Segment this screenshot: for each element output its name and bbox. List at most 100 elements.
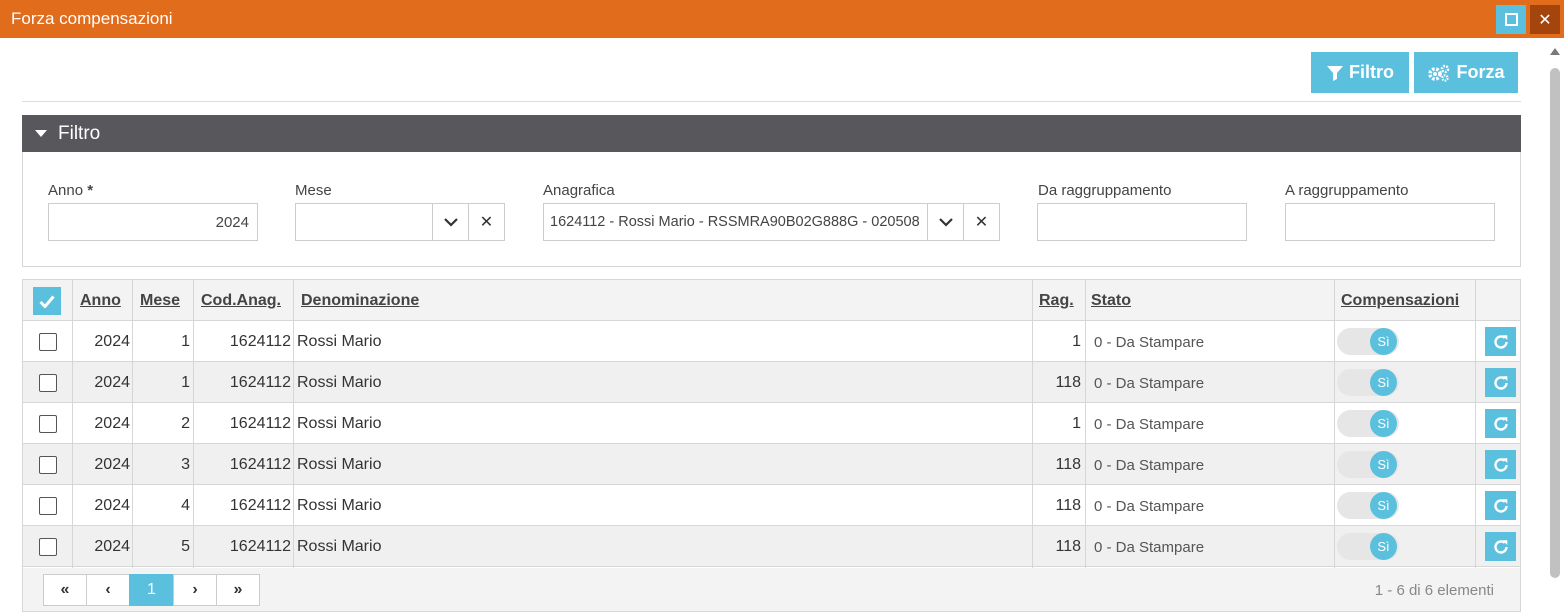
table-row[interactable]: 2024 5 1624112 Rossi Mario 118 0 - Da Stampar…	[23, 526, 1520, 567]
toggle-knob: Sì	[1370, 328, 1397, 355]
scroll-up-icon[interactable]	[1550, 48, 1560, 55]
cell-cod-anag: 1624112	[229, 456, 291, 473]
cell-stato: 0 - Da Stampare	[1094, 375, 1205, 392]
prev-page-button[interactable]: ‹	[86, 574, 130, 606]
column-divider	[293, 280, 294, 568]
clear-icon: ✕	[974, 214, 989, 231]
column-header-anno[interactable]: Anno	[80, 292, 121, 310]
page-button-current[interactable]: 1	[129, 574, 174, 606]
caret-down-icon	[35, 130, 47, 137]
mese-dropdown-toggle[interactable]	[432, 204, 469, 240]
scroll-thumb[interactable]	[1550, 68, 1560, 578]
refresh-icon	[1493, 334, 1508, 349]
toggle-knob: Sì	[1370, 533, 1397, 560]
column-header-stato[interactable]: Stato	[1091, 292, 1131, 310]
cell-stato: 0 - Da Stampare	[1094, 416, 1205, 433]
close-button[interactable]: ✕	[1530, 5, 1560, 34]
anagrafica-select[interactable]: 1624112 - Rossi Mario - RSSMRA90B02G888G…	[543, 203, 1000, 241]
cell-denominazione: Rossi Mario	[297, 538, 382, 555]
pager: « ‹ 1 › » 1 - 6 di 6 elementi	[23, 568, 1520, 611]
table-row[interactable]: 2024 1 1624112 Rossi Mario 1 0 - Da Stampare S…	[23, 321, 1520, 362]
a-raggruppamento-label: A raggruppamento	[1285, 182, 1409, 199]
toolbar-divider	[22, 101, 1521, 102]
compensazioni-toggle[interactable]: Sì	[1337, 328, 1399, 355]
vertical-scrollbar[interactable]	[1546, 38, 1564, 616]
check-icon	[39, 295, 55, 308]
refresh-button[interactable]	[1485, 327, 1516, 356]
row-checkbox[interactable]	[39, 415, 57, 433]
refresh-button[interactable]	[1485, 532, 1516, 561]
refresh-icon	[1493, 416, 1508, 431]
cell-mese: 1	[181, 374, 190, 391]
table-row[interactable]: 2024 4 1624112 Rossi Mario 118 0 - Da Stampar…	[23, 485, 1520, 526]
cell-cod-anag: 1624112	[229, 538, 291, 555]
refresh-button[interactable]	[1485, 368, 1516, 397]
column-header-compensazioni[interactable]: Compensazioni	[1341, 292, 1459, 310]
row-checkbox[interactable]	[39, 497, 57, 515]
mese-clear-button[interactable]: ✕	[468, 204, 504, 240]
row-checkbox[interactable]	[39, 333, 57, 351]
cell-cod-anag: 1624112	[229, 374, 291, 391]
table-row[interactable]: 2024 1 1624112 Rossi Mario 118 0 - Da Stampar…	[23, 362, 1520, 403]
filtro-button[interactable]: Filtro	[1311, 52, 1409, 93]
cell-cod-anag: 1624112	[229, 415, 291, 432]
table-row[interactable]: 2024 3 1624112 Rossi Mario 118 0 - Da Stampar…	[23, 444, 1520, 485]
refresh-button[interactable]	[1485, 491, 1516, 520]
table-row[interactable]: 2024 2 1624112 Rossi Mario 1 0 - Da Stampare S…	[23, 403, 1520, 444]
anagrafica-dropdown-toggle[interactable]	[927, 204, 964, 240]
chevron-right-icon: ›	[192, 581, 198, 598]
da-raggruppamento-input[interactable]	[1037, 203, 1247, 241]
filtro-button-label: Filtro	[1349, 62, 1394, 82]
cell-stato: 0 - Da Stampare	[1094, 498, 1205, 515]
cell-mese: 5	[181, 538, 190, 555]
filter-panel-header[interactable]: Filtro	[22, 115, 1521, 152]
row-checkbox[interactable]	[39, 374, 57, 392]
filter-icon	[1327, 65, 1343, 81]
a-raggruppamento-input[interactable]	[1285, 203, 1495, 241]
refresh-button[interactable]	[1485, 450, 1516, 479]
compensazioni-toggle[interactable]: Sì	[1337, 451, 1399, 478]
cell-stato: 0 - Da Stampare	[1094, 539, 1205, 556]
forza-button-label: Forza	[1456, 62, 1505, 82]
column-header-cod-anag[interactable]: Cod.Anag.	[201, 292, 281, 310]
select-all-checkbox[interactable]	[33, 287, 61, 315]
maximize-button[interactable]	[1496, 5, 1526, 34]
compensazioni-toggle[interactable]: Sì	[1337, 533, 1399, 560]
cell-rag: 118	[1055, 497, 1081, 514]
cell-anno: 2024	[94, 456, 130, 473]
mese-select[interactable]: ✕	[295, 203, 505, 241]
forza-button[interactable]: Forza	[1414, 52, 1518, 93]
anagrafica-value: 1624112 - Rossi Mario - RSSMRA90B02G888G…	[550, 214, 920, 230]
anagrafica-label: Anagrafica	[543, 182, 615, 199]
cell-anno: 2024	[94, 538, 130, 555]
cell-rag: 118	[1055, 456, 1081, 473]
row-checkbox[interactable]	[39, 456, 57, 474]
pager-info: 1 - 6 di 6 elementi	[1374, 582, 1494, 599]
last-page-button[interactable]: »	[216, 574, 260, 606]
column-header-denominazione[interactable]: Denominazione	[301, 292, 419, 310]
first-page-button[interactable]: «	[43, 574, 87, 606]
clear-icon: ✕	[479, 214, 494, 231]
column-header-mese[interactable]: Mese	[140, 292, 180, 310]
refresh-icon	[1493, 498, 1508, 513]
cell-denominazione: Rossi Mario	[297, 497, 382, 514]
next-page-button[interactable]: ›	[173, 574, 217, 606]
cell-rag: 118	[1055, 374, 1081, 391]
row-checkbox[interactable]	[39, 538, 57, 556]
toggle-knob: Sì	[1370, 451, 1397, 478]
mese-label: Mese	[295, 182, 332, 199]
column-header-rag[interactable]: Rag.	[1039, 292, 1074, 310]
cell-anno: 2024	[94, 374, 130, 391]
cell-denominazione: Rossi Mario	[297, 374, 382, 391]
compensazioni-toggle[interactable]: Sì	[1337, 492, 1399, 519]
toggle-knob: Sì	[1370, 369, 1397, 396]
anagrafica-clear-button[interactable]: ✕	[963, 204, 999, 240]
cell-mese: 1	[181, 333, 190, 350]
refresh-button[interactable]	[1485, 409, 1516, 438]
column-divider	[132, 280, 133, 568]
anno-field[interactable]: 2024	[48, 203, 258, 241]
compensazioni-toggle[interactable]: Sì	[1337, 410, 1399, 437]
column-divider	[1475, 280, 1476, 568]
compensazioni-toggle[interactable]: Sì	[1337, 369, 1399, 396]
cell-anno: 2024	[94, 415, 130, 432]
